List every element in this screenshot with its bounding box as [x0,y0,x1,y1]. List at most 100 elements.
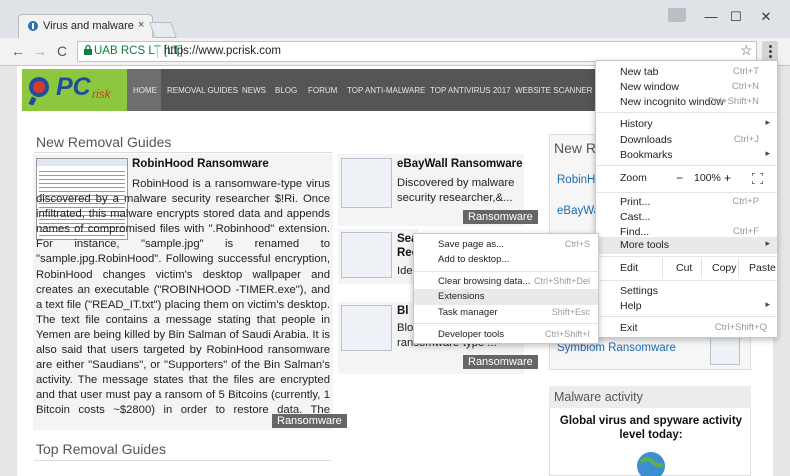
menu-item-shortcut: Ctrl+T [732,66,759,77]
nav-home[interactable]: HOME [133,86,157,95]
article-thumbnail[interactable] [341,232,392,278]
article-title[interactable]: eBayWall Ransomware [397,158,522,170]
minimize-button[interactable]: — [701,9,721,24]
fullscreen-icon[interactable] [752,173,763,184]
profile-icon[interactable] [668,8,686,22]
menu-item-label: Exit [620,322,638,334]
menu-separator [596,112,777,113]
nav-news[interactable]: NEWS [242,86,266,95]
forward-button[interactable]: → [32,43,48,59]
cut-button[interactable]: Cut [676,262,692,274]
submenu-item-clear-browsing-data[interactable]: Clear browsing data... Ctrl+Shift+Del [414,274,598,290]
menu-item-new-incognito-window[interactable]: New incognito window Ctrl+Shift+N [596,94,777,110]
new-removal-guides-heading: New Removal Guides [36,134,172,150]
submenu-item-add-to-desktop[interactable]: Add to desktop... [414,252,598,268]
chevron-right-icon: ▸ [765,148,770,158]
url-text[interactable]: https://www.pcrisk.com [164,45,281,57]
article-thumbnail[interactable] [341,158,392,208]
menu-item-cast[interactable]: Cast... [596,209,777,225]
lock-icon [84,45,92,55]
menu-item-shortcut: Ctrl+J [733,134,759,145]
reload-button[interactable]: C [54,43,70,59]
maximize-button[interactable]: ☐ [726,9,746,25]
logo-subtext: risk [92,87,111,101]
nav-forum[interactable]: FORUM [308,86,337,95]
top-removal-guides-heading: Top Removal Guides [36,441,166,457]
pcrisk-favicon-icon [28,21,38,31]
submenu-item-label: Save page as... [438,239,505,250]
nav-blog[interactable]: BLOG [275,86,297,95]
article-title[interactable]: RobinHood Ransomware [132,158,269,170]
menu-item-new-window[interactable]: New window Ctrl+N [596,79,777,95]
thumb-titlebar [37,159,127,166]
menu-separator [414,271,598,272]
copy-button[interactable]: Copy [712,262,737,274]
chrome-main-menu: New tab Ctrl+T New window Ctrl+N New incog… [595,60,778,338]
nav-removal-guides[interactable]: REMOVAL GUIDES [167,86,238,95]
logo-magnifier-icon [28,77,49,105]
article-category-tag[interactable]: Ransomware [463,355,538,369]
sidebar-thumbnail[interactable] [710,335,740,365]
submenu-item-label: Add to desktop... [438,254,510,265]
zoom-in-button[interactable]: + [724,171,731,185]
menu-separator [596,316,777,317]
submenu-item-extensions[interactable]: Extensions [414,289,598,305]
browser-tab[interactable]: Virus and malware remo × [18,14,153,38]
menu-item-zoom: Zoom − 100% + [596,170,777,188]
menu-item-new-tab[interactable]: New tab Ctrl+T [596,64,777,80]
menu-dot-icon [769,50,772,53]
chrome-menu-button[interactable] [762,41,778,62]
tab-close-icon[interactable]: × [138,19,144,31]
submenu-item-task-manager[interactable]: Task manager Shift+Esc [414,305,598,321]
close-window-button[interactable]: ✕ [756,9,776,25]
submenu-item-save-page[interactable]: Save page as... Ctrl+S [414,237,598,253]
menu-item-label: New window [620,81,679,93]
zoom-out-button[interactable]: − [676,171,683,185]
menu-item-label: Bookmarks [620,149,673,161]
malware-activity-title: Global virus and spyware activity level … [559,415,743,441]
bookmark-star-icon[interactable]: ☆ [740,42,753,59]
submenu-item-shortcut: Ctrl+Shift+Del [533,276,590,286]
menu-item-label: Downloads [620,134,672,146]
submenu-item-developer-tools[interactable]: Developer tools Ctrl+Shift+I [414,327,598,343]
heading-divider [34,152,332,153]
article-text: RobinHood is a ransomware-type virus dis… [36,178,330,417]
menu-item-label: History [620,118,653,130]
zoom-level: 100% [694,172,721,184]
menu-item-print[interactable]: Print... Ctrl+P [596,194,777,210]
nav-website-scanner[interactable]: WEBSITE SCANNER [515,86,592,95]
globe-icon [637,452,665,476]
menu-divider [738,258,739,278]
submenu-item-shortcut: Shift+Esc [551,307,590,317]
menu-item-history[interactable]: History ▸ [596,116,777,132]
menu-separator [596,192,777,193]
heading-divider [34,460,332,461]
menu-dot-icon [769,45,772,48]
nav-top-antivirus[interactable]: TOP ANTIVIRUS 2017 [430,86,511,95]
menu-item-more-tools[interactable]: More tools ▸ [596,237,777,254]
omnibox-divider [157,44,158,58]
submenu-item-label: Extensions [438,291,485,302]
article-category-tag[interactable]: Ransomware [272,414,347,428]
submenu-item-shortcut: Ctrl+S [564,239,590,249]
article-text: Discovered by malware security researche… [397,177,515,205]
menu-item-label: Zoom [620,172,647,184]
menu-item-exit[interactable]: Exit Ctrl+Shift+Q [596,320,777,336]
paste-button[interactable]: Paste [749,262,776,274]
back-button[interactable]: ← [10,43,26,59]
article-title[interactable]: Bl [397,305,409,317]
menu-item-help[interactable]: Help ▸ [596,298,777,314]
chevron-right-icon: ▸ [765,299,770,309]
article-thumbnail[interactable] [341,305,392,351]
menu-item-bookmarks[interactable]: Bookmarks ▸ [596,147,777,163]
site-logo[interactable]: PC risk [22,69,127,111]
menu-item-edit: Edit Cut Copy Paste [596,258,777,278]
menu-separator [596,165,777,166]
menu-item-downloads[interactable]: Downloads Ctrl+J [596,132,777,148]
menu-separator [596,256,777,257]
menu-item-settings[interactable]: Settings [596,283,777,299]
nav-top-anti-malware[interactable]: TOP ANTI-MALWARE [347,86,425,95]
menu-divider [701,258,702,278]
submenu-item-label: Developer tools [438,329,505,340]
article-category-tag[interactable]: Ransomware [463,210,538,224]
